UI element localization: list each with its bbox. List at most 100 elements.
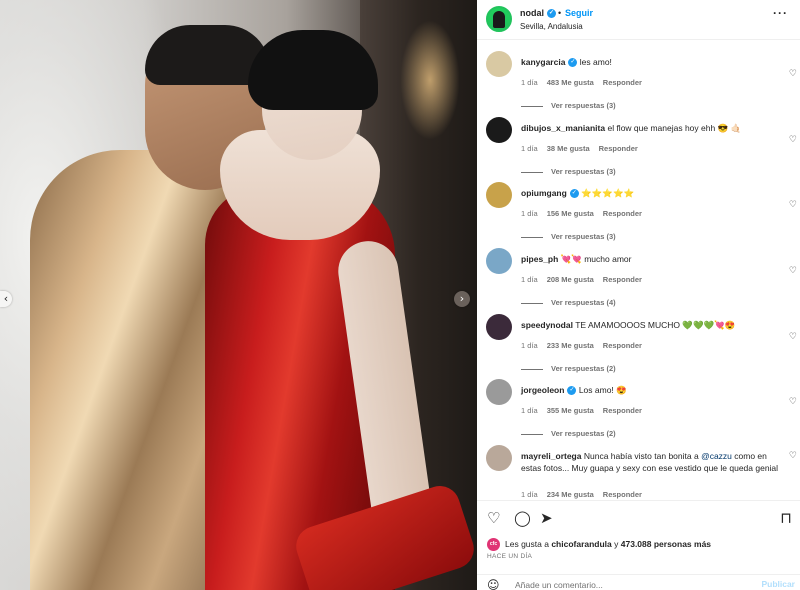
like-comment-heart-icon[interactable]: ♡ bbox=[789, 135, 797, 145]
comment-item: dibujos_x_manianita el flow que manejas … bbox=[477, 117, 800, 179]
view-replies-label[interactable]: Ver respuestas (4) bbox=[551, 298, 616, 307]
comment-body: jorgeoleon ✓ Los amo! 😍 bbox=[521, 384, 783, 396]
share-icon[interactable]: ➤ bbox=[540, 510, 553, 526]
likes-user[interactable]: chicofarandula bbox=[551, 539, 611, 549]
comment-likes[interactable]: 156 Me gusta bbox=[547, 209, 594, 218]
commenter-username[interactable]: jorgeoleon bbox=[521, 385, 564, 395]
view-replies-button[interactable]: Ver respuestas (3) bbox=[521, 167, 616, 176]
like-comment-heart-icon[interactable]: ♡ bbox=[789, 200, 797, 210]
view-replies-button[interactable]: Ver respuestas (2) bbox=[521, 429, 616, 438]
comment-item: speedynodal TE AMAMOOOOS MUCHO 💚💚💚💘😍 1 dí… bbox=[477, 314, 800, 376]
view-replies-button[interactable]: Ver respuestas (3) bbox=[521, 232, 616, 241]
view-replies-button[interactable]: Ver respuestas (3) bbox=[521, 101, 616, 110]
view-replies-label[interactable]: Ver respuestas (3) bbox=[551, 167, 616, 176]
comment-input[interactable] bbox=[515, 579, 745, 590]
post-location[interactable]: Sevilla, Andalusia bbox=[520, 22, 583, 31]
replies-divider bbox=[521, 368, 543, 370]
comment-item: kanygarcia ✓ les amo! 1 día 483 Me gusta Res… bbox=[477, 51, 800, 113]
commenter-username[interactable]: opiumgang bbox=[521, 188, 567, 198]
comment-meta: 1 día 38 Me gusta Responder bbox=[521, 144, 647, 153]
photo-light bbox=[400, 20, 460, 140]
comment-likes[interactable]: 483 Me gusta bbox=[547, 78, 594, 87]
comments-list[interactable]: kanygarcia ✓ les amo! 1 día 483 Me gusta Res… bbox=[477, 41, 800, 500]
reply-button[interactable]: Responder bbox=[603, 490, 642, 499]
comment-body: opiumgang ✓ ⭐⭐⭐⭐⭐ bbox=[521, 187, 783, 199]
comment-time: 1 día bbox=[521, 341, 538, 350]
view-replies-label[interactable]: Ver respuestas (2) bbox=[551, 429, 616, 438]
like-comment-heart-icon[interactable]: ♡ bbox=[789, 451, 797, 461]
comment-text: les amo! bbox=[579, 57, 612, 67]
commenter-avatar[interactable] bbox=[486, 182, 512, 208]
commenter-username[interactable]: dibujos_x_manianita bbox=[521, 123, 605, 133]
more-options-icon[interactable]: ··· bbox=[773, 6, 788, 20]
commenter-avatar[interactable] bbox=[486, 248, 512, 274]
comment-text: Los amo! 😍 bbox=[578, 385, 627, 395]
comment-item: jorgeoleon ✓ Los amo! 😍 1 día 355 Me gusta R… bbox=[477, 379, 800, 441]
commenter-username[interactable]: mayreli_ortega bbox=[521, 451, 581, 461]
post-date[interactable]: HACE UN DÍA bbox=[487, 553, 532, 560]
comment-mention[interactable]: @cazzu bbox=[701, 451, 732, 461]
comment-text: ⭐⭐⭐⭐⭐ bbox=[581, 188, 635, 198]
likes-summary[interactable]: Les gusta a chicofarandula y 473.088 per… bbox=[505, 539, 711, 549]
author-username-text[interactable]: nodal bbox=[520, 8, 544, 18]
replies-divider bbox=[521, 236, 543, 238]
view-replies-label[interactable]: Ver respuestas (3) bbox=[551, 232, 616, 241]
commenter-avatar[interactable] bbox=[486, 314, 512, 340]
like-comment-heart-icon[interactable]: ♡ bbox=[789, 69, 797, 79]
emoji-icon[interactable]: ☺ bbox=[487, 579, 500, 590]
view-replies-button[interactable]: Ver respuestas (2) bbox=[521, 364, 616, 373]
view-replies-label[interactable]: Ver respuestas (2) bbox=[551, 364, 616, 373]
reply-button[interactable]: Responder bbox=[603, 341, 642, 350]
heart-icon[interactable]: ♡ bbox=[487, 510, 500, 526]
comment-likes[interactable]: 355 Me gusta bbox=[547, 406, 594, 415]
comment-meta: 1 día 234 Me gusta Responder bbox=[521, 490, 651, 499]
reply-button[interactable]: Responder bbox=[603, 275, 642, 284]
reply-button[interactable]: Responder bbox=[603, 209, 642, 218]
reply-button[interactable]: Responder bbox=[603, 406, 642, 415]
comment-text: 💘💘 mucho amor bbox=[560, 254, 632, 264]
post-photo[interactable]: ‹ › bbox=[0, 0, 477, 590]
post-side-panel: nodal ✓ • Seguir Sevilla, Andalusia ··· k… bbox=[477, 0, 800, 590]
likes-count[interactable]: 473.088 personas más bbox=[621, 539, 711, 549]
like-comment-heart-icon[interactable]: ♡ bbox=[789, 266, 797, 276]
comment-time: 1 día bbox=[521, 406, 538, 415]
author-avatar[interactable] bbox=[486, 6, 512, 32]
commenter-avatar[interactable] bbox=[486, 445, 512, 471]
author-username[interactable]: nodal ✓ bbox=[520, 8, 556, 19]
photo-woman-hair bbox=[248, 30, 378, 110]
next-photo-button[interactable]: › bbox=[454, 291, 470, 307]
follow-button[interactable]: Seguir bbox=[565, 8, 593, 18]
commenter-username[interactable]: speedynodal bbox=[521, 320, 573, 330]
reply-button[interactable]: Responder bbox=[599, 144, 638, 153]
commenter-avatar[interactable] bbox=[486, 117, 512, 143]
like-comment-heart-icon[interactable]: ♡ bbox=[789, 332, 797, 342]
reply-button[interactable]: Responder bbox=[603, 78, 642, 87]
comment-likes[interactable]: 208 Me gusta bbox=[547, 275, 594, 284]
publish-button[interactable]: Publicar bbox=[761, 579, 795, 589]
likes-prefix: Les gusta a bbox=[505, 539, 552, 549]
bookmark-icon[interactable]: ⊓ bbox=[780, 510, 792, 526]
commenter-username[interactable]: kanygarcia bbox=[521, 57, 565, 67]
like-comment-heart-icon[interactable]: ♡ bbox=[789, 397, 797, 407]
replies-divider bbox=[521, 105, 543, 107]
view-replies-button[interactable]: Ver respuestas (4) bbox=[521, 298, 616, 307]
view-replies-label[interactable]: Ver respuestas (3) bbox=[551, 101, 616, 110]
commenter-username[interactable]: pipes_ph bbox=[521, 254, 558, 264]
add-comment-bar: ☺ Publicar bbox=[477, 574, 800, 590]
likes-middle: y bbox=[611, 539, 621, 549]
likes-avatar[interactable]: cfc bbox=[487, 538, 500, 551]
comment-icon[interactable]: ◯ bbox=[514, 510, 531, 526]
comment-body: speedynodal TE AMAMOOOOS MUCHO 💚💚💚💘😍 bbox=[521, 319, 783, 331]
comment-time: 1 día bbox=[521, 490, 538, 499]
commenter-avatar[interactable] bbox=[486, 379, 512, 405]
verified-icon: ✓ bbox=[567, 386, 577, 396]
commenter-avatar[interactable] bbox=[486, 51, 512, 77]
comment-text: Nunca había visto tan bonita a bbox=[583, 451, 702, 461]
comment-likes[interactable]: 233 Me gusta bbox=[547, 341, 594, 350]
comment-meta: 1 día 233 Me gusta Responder bbox=[521, 341, 651, 350]
comment-body: kanygarcia ✓ les amo! bbox=[521, 56, 783, 68]
comment-likes[interactable]: 234 Me gusta bbox=[547, 490, 594, 499]
comment-item: mayreli_ortega Nunca había visto tan bon… bbox=[477, 445, 800, 500]
comment-text: el flow que manejas hoy ehh 😎 🤙🏻 bbox=[607, 123, 742, 133]
comment-likes[interactable]: 38 Me gusta bbox=[547, 144, 590, 153]
